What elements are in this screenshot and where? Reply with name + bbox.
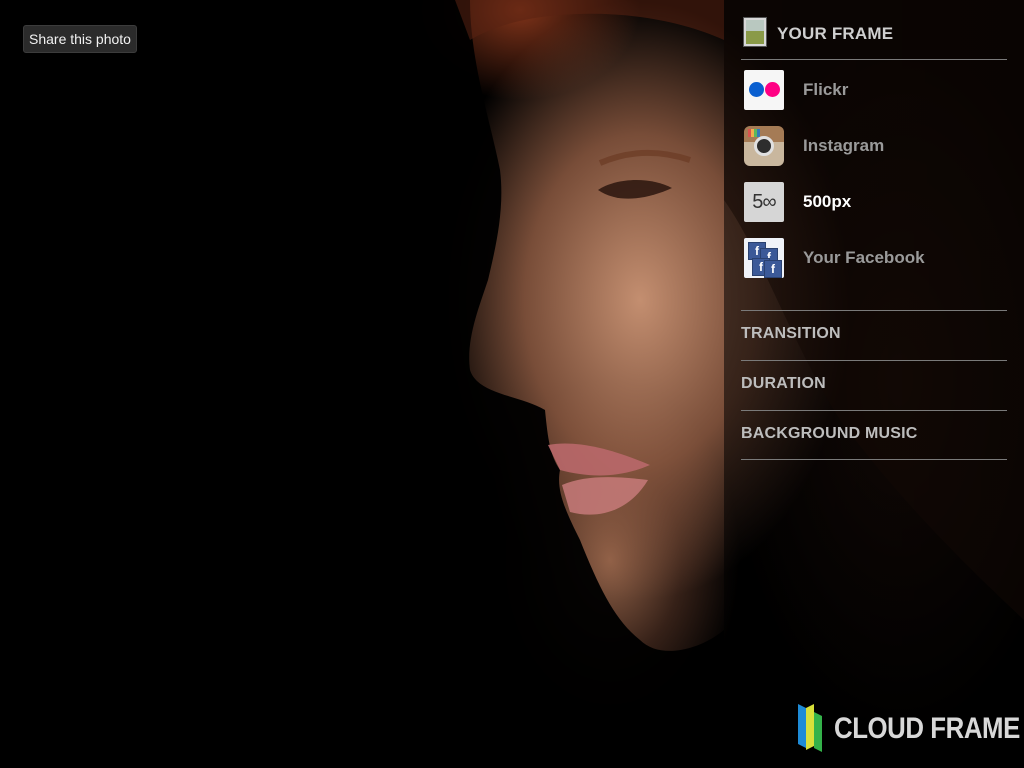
frame-thumbnail-icon xyxy=(744,18,766,46)
facebook-icon: f f f f xyxy=(744,238,784,278)
source-label: Your Facebook xyxy=(803,248,925,267)
flickr-icon xyxy=(744,70,784,110)
cloud-frame-brand: CLOUD FRAME xyxy=(796,700,1020,754)
source-item-instagram[interactable]: Instagram xyxy=(741,126,1007,170)
your-frame-header[interactable]: YOUR FRAME xyxy=(741,16,1007,60)
source-item-facebook[interactable]: f f f f Your Facebook xyxy=(741,238,1007,282)
cloud-frame-logo-icon xyxy=(798,704,822,752)
menu-label: DURATION xyxy=(741,375,826,392)
brand-name: CLOUD FRAME xyxy=(834,712,1020,745)
source-label: Flickr xyxy=(803,80,849,99)
frame-title: YOUR FRAME xyxy=(777,24,894,43)
source-item-500px[interactable]: 5∞ 500px xyxy=(741,182,1007,226)
menu-item-transition[interactable]: TRANSITION xyxy=(741,310,1007,360)
source-label: Instagram xyxy=(803,136,885,155)
settings-panel: YOUR FRAME Flickr Instagram 5∞ 500px f f… xyxy=(724,0,1024,768)
instagram-icon xyxy=(744,126,784,166)
500px-icon: 5∞ xyxy=(744,182,784,222)
menu-item-duration[interactable]: DURATION xyxy=(741,360,1007,410)
share-photo-button[interactable]: Share this photo xyxy=(23,25,137,53)
source-label-active: 500px xyxy=(803,192,852,211)
menu-label: BACKGROUND MUSIC xyxy=(741,425,918,442)
menu-label: TRANSITION xyxy=(741,325,841,342)
source-item-flickr[interactable]: Flickr xyxy=(741,70,1007,114)
menu-item-background-music[interactable]: BACKGROUND MUSIC xyxy=(741,410,1007,460)
